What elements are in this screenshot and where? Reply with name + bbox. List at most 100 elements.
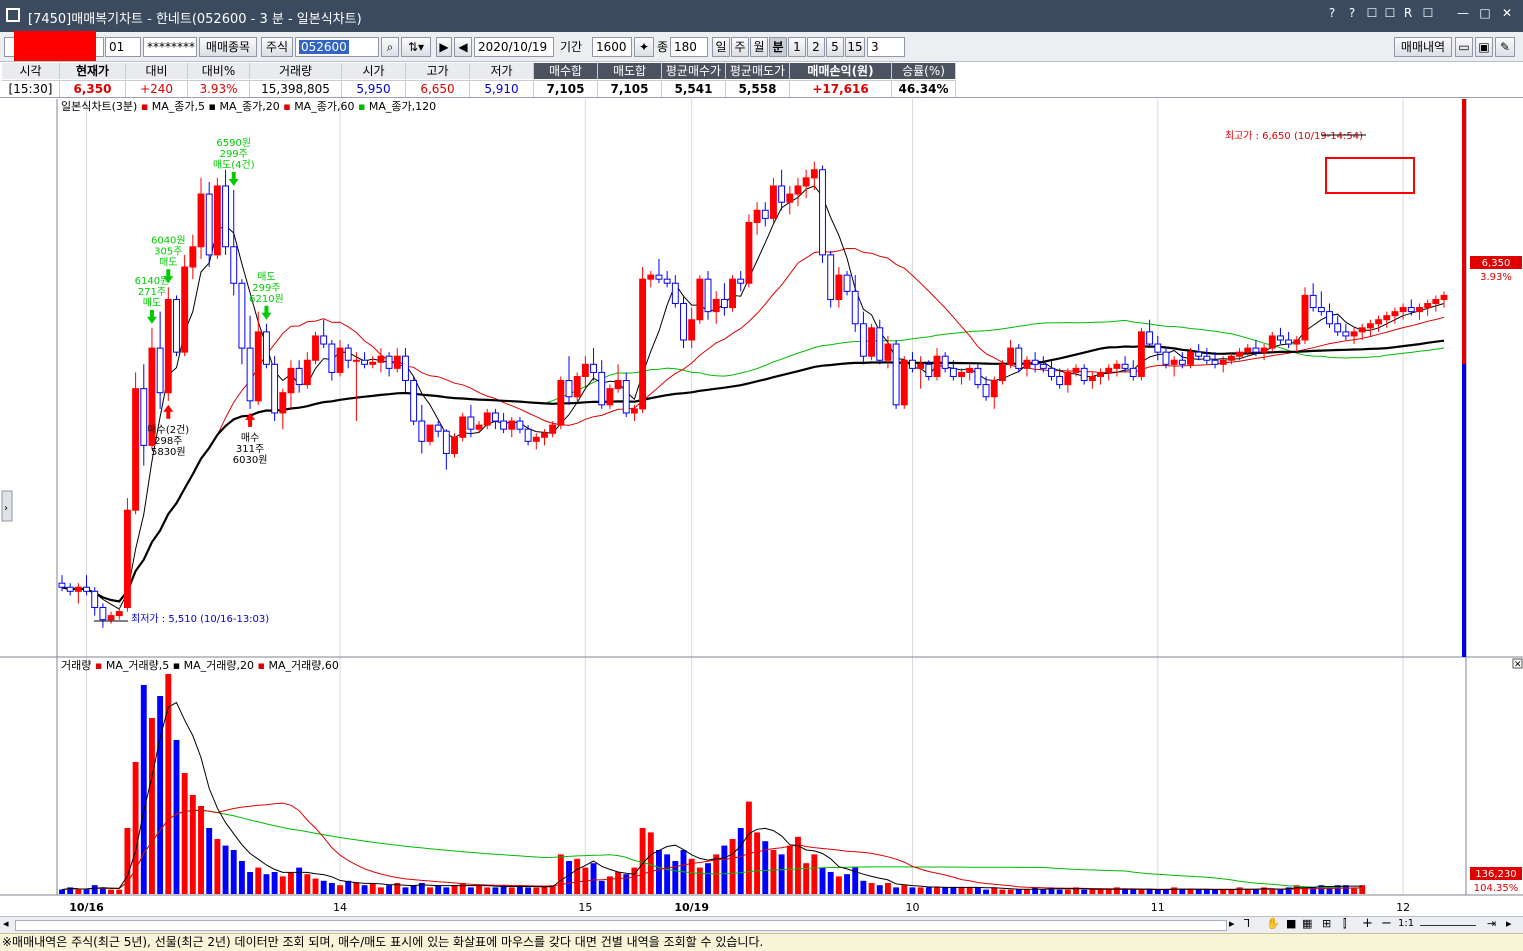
grid-toggle-icon[interactable]: ▦ (1302, 917, 1312, 930)
pan-tool-icon[interactable]: ✋ (1266, 917, 1280, 930)
volume-bar (901, 885, 908, 894)
candle-body (402, 355, 409, 382)
panel-close-icon: ✕ (1514, 660, 1522, 670)
maximize-icon[interactable]: □ (1477, 6, 1493, 20)
volume-bar (443, 887, 450, 894)
candle-body (753, 209, 761, 223)
volume-bar (1187, 889, 1194, 894)
stop-icon[interactable]: ■ (1286, 917, 1296, 930)
period-input[interactable]: 1600 (592, 37, 632, 57)
minimize-icon[interactable]: — (1455, 6, 1471, 20)
scroll-right-icon[interactable]: ▸ (1229, 917, 1235, 930)
candle-body (83, 586, 90, 592)
scroll-end-icon[interactable]: ⇥ (1487, 917, 1496, 930)
candle-body (1375, 319, 1383, 325)
value-win-rate: 46.34% (892, 80, 956, 97)
volume-bar (1146, 889, 1153, 894)
password-field[interactable]: ******** (143, 37, 197, 57)
settings-icon[interactable]: ✎ (1495, 37, 1515, 57)
chart-scrollbar[interactable]: ◂ ▸ ⅂ ✋ ■ ▦ ⊞ ⫿ + − 1:1 ⇥ ▸ (0, 916, 1523, 933)
grid-options-icon[interactable]: ✦ (634, 37, 654, 57)
minute-custom-select[interactable]: 3 (867, 37, 905, 57)
candle-body (1080, 367, 1088, 382)
search-icon[interactable]: ⌕ (381, 37, 399, 57)
candle-body (262, 331, 270, 365)
chart-area[interactable]: 6040원 305주 매도 6140원 271주 매도 6590원 299주 매도(4건) 매수 3… (0, 99, 1523, 917)
chart-svg[interactable]: 6040원305주매도6140원271주매도6590원299주매도(4건)매수3… (0, 99, 1523, 917)
toolbar: 01 ******** 매매종목 주식 052600 ⌕ ⇅▾ ▶ ◀ 2020… (0, 32, 1523, 62)
volume-panel-legend: 거래량 ▪ MA_거래량,5 ▪ MA_거래량,20 ▪ MA_거래량,60 (61, 659, 339, 672)
stock-code-input[interactable]: 052600 (295, 37, 379, 57)
tile-icon[interactable]: ☐ (1420, 6, 1436, 20)
play-icon[interactable]: ▶ (436, 37, 452, 57)
zoom-out-icon[interactable]: − (1381, 916, 1392, 931)
minute-5-button[interactable]: 5 (826, 37, 844, 57)
count-input[interactable]: 180 (670, 37, 708, 57)
sort-select-icon[interactable]: ⇅▾ (401, 37, 431, 57)
prev-icon[interactable]: ◀ (454, 37, 472, 57)
pin-icon[interactable]: ? (1324, 6, 1340, 20)
period-week-button[interactable]: 주 (731, 37, 749, 57)
volume-bar (1138, 889, 1145, 894)
scroll-next-icon[interactable]: ▸ (1506, 917, 1512, 930)
minute-15-button[interactable]: 15 (845, 37, 865, 57)
period-label: 기간 (560, 40, 583, 54)
close-icon[interactable]: ✕ (1499, 6, 1515, 20)
volume-bar (1056, 889, 1063, 894)
volume-bar (173, 740, 180, 894)
scroll-thumb[interactable] (1223, 922, 1224, 929)
header-avg-buy: 평균매수가 (662, 63, 726, 79)
date-input[interactable]: 2020/10/19 (474, 37, 554, 57)
volume-bar (410, 885, 417, 894)
candle-body (1383, 315, 1391, 321)
x-tick-label-2: 15 (578, 901, 592, 914)
candle-body (303, 359, 311, 386)
candle-body (933, 355, 941, 377)
minute-1-button[interactable]: 1 (788, 37, 806, 57)
candle (745, 214, 753, 288)
candle-body (1121, 363, 1129, 369)
candle-body (1424, 303, 1432, 309)
minute-2-button[interactable]: 2 (807, 37, 825, 57)
candle-body (344, 347, 352, 361)
help-icon[interactable]: ? (1344, 6, 1360, 20)
candle (1137, 327, 1145, 381)
volume-bar (1007, 889, 1014, 894)
market-type-select[interactable]: 주식 (261, 37, 293, 57)
period-month-button[interactable]: 월 (750, 37, 768, 57)
copy-icon[interactable]: ☐ (1382, 6, 1398, 20)
save-icon[interactable]: ▣ (1475, 37, 1493, 57)
crosshair-icon[interactable]: ⊞ (1322, 917, 1331, 930)
volume-bar (745, 801, 752, 894)
trade-history-button[interactable]: 매매내역 (1394, 37, 1452, 57)
volume-bar (958, 887, 965, 894)
refresh-icon[interactable]: R (1400, 6, 1416, 20)
volume-bar (566, 861, 572, 894)
chart-type-icon[interactable]: ⫿ (1343, 917, 1347, 931)
zoom-slider[interactable] (1420, 925, 1476, 926)
candle-body (1072, 367, 1080, 373)
candle-body (827, 254, 835, 300)
volume-bar (844, 874, 850, 894)
scroll-track[interactable] (15, 920, 1227, 931)
scroll-left-icon[interactable]: ◂ (3, 917, 9, 930)
folder-icon[interactable]: ▭ (1455, 37, 1473, 57)
status-bar: ※매매내역은 주식(최근 5년), 선물(최근 2년) 데이터만 조회 되며, … (0, 933, 1523, 951)
candle-body (99, 607, 107, 621)
draw-tool-icon[interactable]: ⅂ (1244, 917, 1250, 930)
account-suffix-select[interactable]: 01 (105, 37, 141, 57)
period-minute-button[interactable]: 분 (769, 37, 787, 57)
zoom-in-icon[interactable]: + (1362, 916, 1373, 931)
period-day-button[interactable]: 일 (712, 37, 730, 57)
candle-body (1162, 351, 1170, 365)
link-icon[interactable]: ☐ (1364, 6, 1380, 20)
x-tick-label-0: 10/16 (69, 901, 104, 914)
legend-ma5: MA_종가,5 (152, 100, 205, 113)
zoom-ratio-label: 1:1 (1398, 918, 1415, 929)
volume-bar (1040, 889, 1047, 894)
item-list-button[interactable]: 매매종목 (199, 37, 257, 57)
volume-bar (386, 885, 393, 894)
sell-annotation-text: 299주 (252, 283, 280, 294)
candle (451, 433, 458, 458)
candle-body (843, 274, 851, 292)
